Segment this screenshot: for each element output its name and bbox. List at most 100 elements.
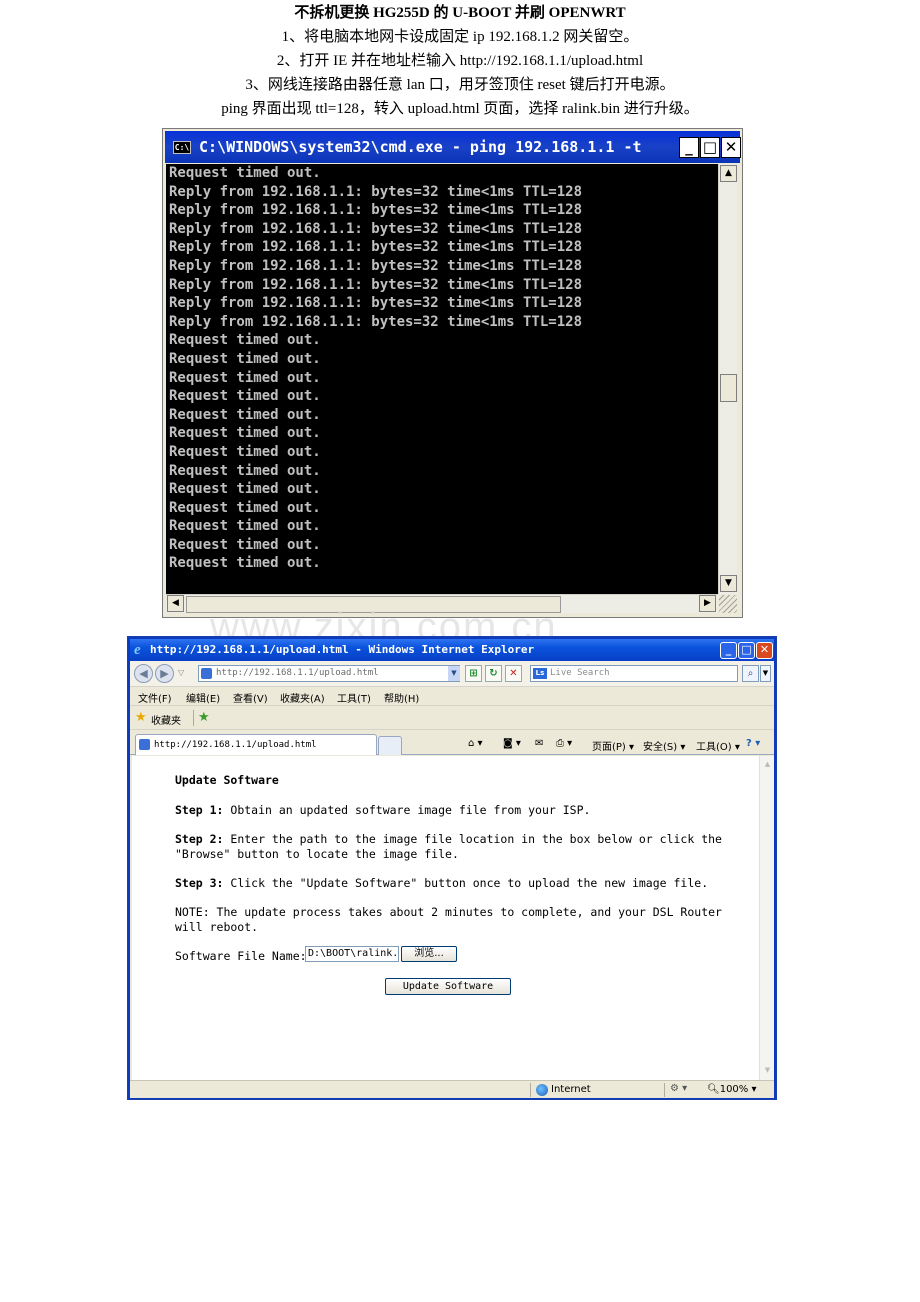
- scroll-up-arrow-icon[interactable]: ▲: [720, 165, 737, 182]
- scroll-down-arrow-icon[interactable]: ▼: [720, 575, 737, 592]
- console-line: Reply from 192.168.1.1: bytes=32 time<1m…: [169, 220, 583, 237]
- divider: [530, 1083, 531, 1097]
- console-line: Request timed out.: [169, 499, 321, 516]
- resize-grip-icon[interactable]: [719, 595, 737, 613]
- divider: [193, 710, 194, 726]
- live-search-icon: Ls: [533, 668, 547, 679]
- history-dropdown-icon[interactable]: ▽: [178, 668, 184, 677]
- favorites-bar: ★ 收藏夹 ★: [130, 707, 774, 730]
- console-output[interactable]: Request timed out. Reply from 192.168.1.1…: [166, 164, 718, 594]
- note-text: NOTE: The update process takes about 2 m…: [175, 905, 722, 934]
- menu-view[interactable]: 查看(V): [233, 690, 268, 705]
- console-line: Request timed out.: [169, 462, 321, 479]
- step-3: Step 3: Click the "Update Software" butt…: [175, 876, 708, 891]
- document-title: 不拆机更换 HG255D 的 U-BOOT 并刷 OPENWRT: [294, 5, 626, 21]
- scroll-up-arrow-icon[interactable]: ▲: [761, 758, 774, 771]
- step-2: Step 2: Enter the path to the image file…: [175, 832, 722, 862]
- new-tab-button[interactable]: [378, 736, 402, 755]
- menu-bar: 文件(F) 编辑(E) 查看(V) 收藏夹(A) 工具(T) 帮助(H): [130, 687, 774, 706]
- navigation-bar: ◀ ▶ ▽ http://192.168.1.1/upload.html ▼ ⊞…: [130, 661, 774, 687]
- ie-window-title: http://192.168.1.1/upload.html - Windows…: [150, 643, 535, 656]
- ie-logo-icon: e: [134, 642, 141, 658]
- page-vertical-scrollbar[interactable]: ▲ ▼: [759, 756, 774, 1080]
- tab-bar: http://192.168.1.1/upload.html ⌂ ▾ ◙ ▾ ✉…: [130, 731, 774, 755]
- maximize-button[interactable]: □: [738, 642, 755, 659]
- close-button[interactable]: ✕: [756, 642, 773, 659]
- console-line: Request timed out.: [169, 388, 321, 405]
- console-line: Request timed out.: [169, 406, 321, 423]
- menu-help[interactable]: 帮助(H): [384, 690, 419, 705]
- maximize-button[interactable]: □: [700, 137, 720, 158]
- console-line: Request timed out.: [169, 350, 321, 367]
- page-heading: Update Software: [175, 773, 279, 787]
- tools-menu[interactable]: 工具(O) ▾: [696, 738, 740, 753]
- step-1: Step 1: Obtain an updated software image…: [175, 803, 590, 818]
- browse-button[interactable]: 浏览...: [401, 946, 457, 962]
- console-line: Request timed out.: [169, 518, 321, 535]
- search-box[interactable]: Ls Live Search: [530, 665, 738, 682]
- console-line: Request timed out.: [169, 536, 321, 553]
- help-icon[interactable]: ? ▾: [746, 738, 760, 749]
- feeds-icon[interactable]: ◙ ▾: [503, 738, 521, 749]
- console-line: Request timed out.: [169, 369, 321, 386]
- zoom-level[interactable]: 🔍︎100% ▾: [707, 1084, 757, 1095]
- file-name-input[interactable]: D:\BOOT\ralink.bin: [305, 946, 399, 962]
- compatibility-view-icon[interactable]: ⊞: [465, 665, 482, 682]
- add-favorite-icon[interactable]: ★: [198, 710, 210, 725]
- search-options-icon[interactable]: ▼: [760, 665, 771, 682]
- scroll-down-arrow-icon[interactable]: ▼: [761, 1064, 774, 1077]
- console-line: Request timed out.: [169, 332, 321, 349]
- status-bar: Internet ⚙ ▾ 🔍︎100% ▾: [130, 1080, 774, 1098]
- scroll-thumb[interactable]: [720, 374, 737, 402]
- scroll-right-arrow-icon[interactable]: ▶: [699, 595, 716, 612]
- print-icon[interactable]: ⎙ ▾: [556, 738, 572, 749]
- minimize-button[interactable]: _: [679, 137, 699, 158]
- menu-tools[interactable]: 工具(T): [337, 690, 371, 705]
- address-dropdown-icon[interactable]: ▼: [448, 666, 460, 681]
- address-input[interactable]: http://192.168.1.1/upload.html: [216, 668, 379, 678]
- console-line: Reply from 192.168.1.1: bytes=32 time<1m…: [169, 276, 583, 293]
- security-zone[interactable]: Internet: [551, 1084, 591, 1095]
- forward-icon[interactable]: ▶: [155, 664, 174, 683]
- search-input[interactable]: Live Search: [550, 668, 610, 678]
- step-3-text: Click the "Update Software" button once …: [223, 876, 709, 890]
- menu-edit[interactable]: 编辑(E): [186, 690, 220, 705]
- menu-file[interactable]: 文件(F): [138, 690, 172, 705]
- step-1-label: Step 1:: [175, 803, 224, 817]
- tab-upload[interactable]: http://192.168.1.1/upload.html: [135, 734, 377, 755]
- cmd-titlebar[interactable]: C:\ C:\WINDOWS\system32\cmd.exe - ping 1…: [165, 131, 741, 163]
- refresh-icon[interactable]: ↻: [485, 665, 502, 682]
- update-software-button[interactable]: Update Software: [385, 978, 511, 995]
- page-menu[interactable]: 页面(P) ▾: [592, 738, 634, 753]
- address-bar[interactable]: http://192.168.1.1/upload.html ▼: [198, 665, 460, 682]
- close-button[interactable]: ✕: [721, 137, 741, 158]
- scroll-left-arrow-icon[interactable]: ◀: [167, 595, 184, 612]
- instruction-line-2: 2、打开 IE 并在地址栏输入 http://192.168.1.1/uploa…: [276, 53, 644, 69]
- page-content: Update Software Step 1: Obtain an update…: [132, 756, 759, 1080]
- home-icon[interactable]: ⌂ ▾: [468, 738, 483, 749]
- console-icon: C:\: [173, 141, 191, 154]
- cmd-window-title: C:\WINDOWS\system32\cmd.exe - ping 192.1…: [199, 138, 642, 156]
- favorites-star-icon[interactable]: ★: [135, 710, 147, 725]
- console-lines: Request timed out. Reply from 192.168.1.1…: [166, 164, 718, 573]
- zoom-value: 100%: [719, 1084, 749, 1095]
- ie-titlebar[interactable]: e http://192.168.1.1/upload.html - Windo…: [130, 639, 774, 661]
- instruction-line-1: 1、将电脑本地网卡设成固定 ip 192.168.1.2 网关留空。: [281, 29, 639, 45]
- protected-mode-icon[interactable]: ⚙ ▾: [670, 1083, 687, 1094]
- safety-menu[interactable]: 安全(S) ▾: [643, 738, 685, 753]
- mail-icon[interactable]: ✉: [535, 738, 543, 749]
- console-line: Request timed out.: [169, 481, 321, 498]
- console-line: Reply from 192.168.1.1: bytes=32 time<1m…: [169, 313, 583, 330]
- step-3-label: Step 3:: [175, 876, 224, 890]
- step-2-label: Step 2:: [175, 832, 224, 846]
- page-icon: [139, 739, 150, 750]
- search-icon[interactable]: ⌕: [742, 665, 759, 682]
- stop-icon[interactable]: ✕: [505, 665, 522, 682]
- menu-favorites[interactable]: 收藏夹(A): [280, 690, 325, 705]
- back-icon[interactable]: ◀: [134, 664, 153, 683]
- file-name-label: Software File Name:: [175, 949, 307, 963]
- console-line: Reply from 192.168.1.1: bytes=32 time<1m…: [169, 295, 583, 312]
- vertical-scrollbar[interactable]: ▲ ▼: [718, 164, 737, 594]
- minimize-button[interactable]: _: [720, 642, 737, 659]
- favorites-button[interactable]: 收藏夹: [151, 712, 181, 727]
